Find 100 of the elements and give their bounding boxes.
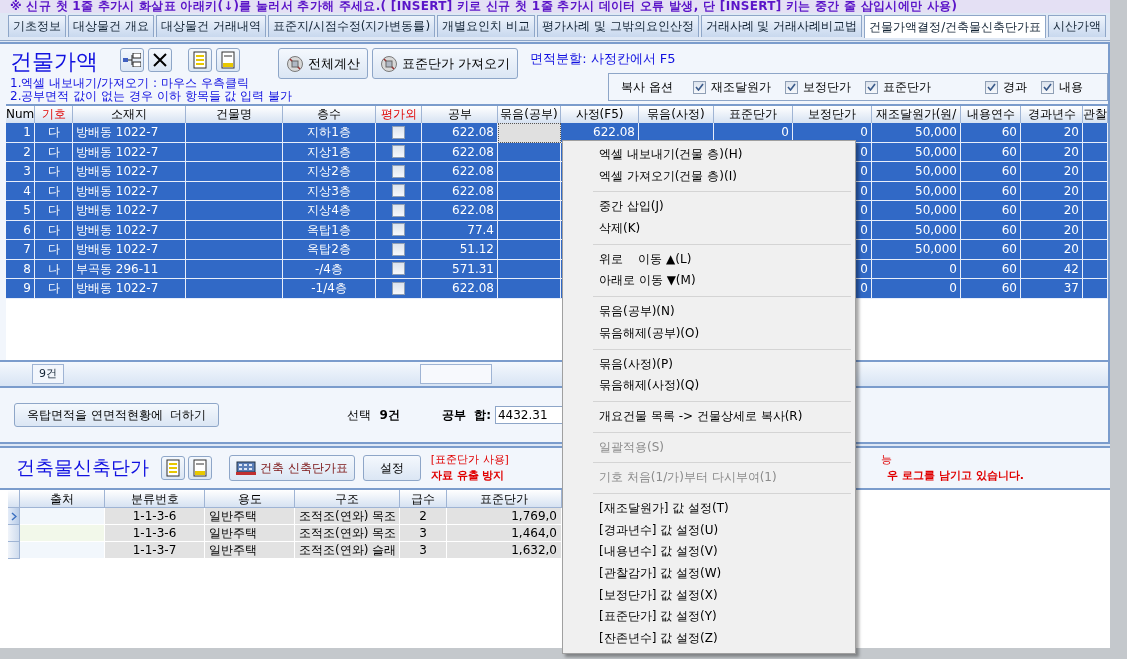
menu-item[interactable]: [내용년수] 값 설정(V) <box>565 541 853 563</box>
table-cell: 다 <box>35 162 73 182</box>
table-cell: 3 <box>6 162 35 182</box>
table-cell: 다 <box>35 142 73 162</box>
checkbox[interactable] <box>984 80 998 94</box>
table-cell: 50,000 <box>872 220 961 240</box>
warning-text: [표준단가 사용] <box>430 452 510 468</box>
column-header: 표준단가 <box>714 106 793 123</box>
table-cell: 지상3층 <box>283 181 376 201</box>
menu-item[interactable]: [재조달원가] 값 설정(T) <box>565 497 853 520</box>
table-cell: 나 <box>35 259 73 279</box>
tab[interactable]: 대상물건 거래내역 <box>155 15 266 37</box>
table-cell: 20 <box>1021 142 1083 162</box>
checkbox[interactable] <box>864 80 878 94</box>
row-header[interactable] <box>8 508 20 525</box>
tab[interactable]: 시산가액 <box>1048 15 1107 37</box>
check-icon <box>1042 83 1052 91</box>
menu-item[interactable]: 묶음해제(공부)(O) <box>565 322 853 345</box>
table-cell: 20 <box>1021 201 1083 221</box>
column-header: 층수 <box>283 106 376 123</box>
checkbox[interactable] <box>392 125 405 139</box>
check-icon <box>866 83 876 91</box>
tab[interactable]: 건물가액결정/건축물신축단가표 <box>864 15 1047 38</box>
section-title: 건축물신축단가 <box>16 455 149 480</box>
tab[interactable]: 표준지/시점수정(지가변동률) <box>267 15 436 37</box>
table-cell: 60 <box>961 162 1021 182</box>
table-cell: 다 <box>35 201 73 221</box>
toolbar-button[interactable] <box>148 48 172 72</box>
table-cell: 방배동 1022-7 <box>73 240 186 260</box>
table-cell: 50,000 <box>872 201 961 221</box>
table-cell: 지하1층 <box>283 123 376 143</box>
checkbox[interactable] <box>1040 80 1054 94</box>
table-cell: 622.08 <box>422 201 498 221</box>
settings-button[interactable]: 설정 <box>362 455 421 481</box>
tab[interactable]: 대상물건 개요 <box>68 15 154 37</box>
table-cell: 3 <box>400 542 447 559</box>
table-cell: 622.08 <box>422 142 498 162</box>
menu-item[interactable]: 묶음(공부)(N) <box>565 301 853 323</box>
checkbox[interactable] <box>392 203 405 217</box>
building-icon <box>236 460 256 476</box>
document-icon <box>166 459 180 477</box>
document-icon <box>221 51 235 69</box>
menu-item[interactable]: 묶음해제(사정)(Q) <box>565 375 853 397</box>
tab[interactable]: 개별요인치 비교 <box>437 15 535 37</box>
tab[interactable]: 거래사례 및 거래사례비교법 <box>700 15 863 37</box>
checkbox-label: 경과 <box>1002 78 1027 96</box>
row-count: 9건 <box>32 364 64 384</box>
checkbox[interactable] <box>692 80 706 94</box>
hint-text: 면적분할: 사정칸에서 F5 <box>530 50 676 68</box>
table-cell: 622.08 <box>422 279 498 299</box>
menu-item[interactable]: 묶음(사정)(P) <box>565 353 853 376</box>
menu-item[interactable]: [표준단가] 값 설정(Y) <box>565 606 853 629</box>
table-cell: 20 <box>1021 162 1083 182</box>
checkbox[interactable] <box>392 223 405 237</box>
checkbox[interactable] <box>392 184 405 198</box>
checkbox[interactable] <box>392 164 405 178</box>
menu-item[interactable]: [경과년수] 값 설정(U) <box>565 519 853 542</box>
toolbar-button[interactable]: 표준단가 가져오기 <box>372 48 519 79</box>
table-cell: 일반주택 <box>205 542 295 559</box>
table-cell: 방배동 1022-7 <box>73 142 186 162</box>
column-header: 사정(F5) <box>561 106 639 123</box>
toolbar-button[interactable] <box>120 48 144 72</box>
column-header: 표준단가 <box>447 490 562 508</box>
checkbox[interactable] <box>392 242 405 256</box>
column-header: 용도 <box>205 490 295 508</box>
column-header: 건물명 <box>186 106 283 123</box>
table-cell: 622.08 <box>422 123 498 143</box>
menu-item[interactable]: [잔존년수] 값 설정(Z) <box>565 628 853 650</box>
table-cell: 옥탑2층 <box>283 240 376 260</box>
column-header: 경과년수 <box>1021 106 1083 123</box>
table-cell: 622.08 <box>422 162 498 182</box>
add-area-button[interactable]: 옥탑면적을 연면적현황에 더하기 <box>14 403 220 427</box>
tab[interactable]: 평가사례 및 그밖의요인산정 <box>536 15 699 37</box>
checkbox-label: 표준단가 <box>882 78 931 96</box>
hierarchy-icon <box>123 53 141 67</box>
close-icon <box>153 53 167 67</box>
column-header: 묶음(공부) <box>498 106 561 123</box>
table-cell: 0 <box>714 123 793 143</box>
checkbox-label: 재조달원가 <box>710 78 771 96</box>
table-cell: 622.08 <box>561 123 639 143</box>
column-header: 묶음(사정) <box>639 106 714 123</box>
checkbox[interactable] <box>392 145 405 159</box>
table-cell: 50,000 <box>872 142 961 162</box>
calculator-icon <box>380 54 398 73</box>
price-table-button[interactable]: 건축 신축단가표 <box>229 455 355 481</box>
table-cell: 1,464,0 <box>447 525 562 542</box>
menu-item[interactable]: [보정단가] 값 설정(X) <box>565 584 853 607</box>
checkbox[interactable] <box>784 80 798 94</box>
menu-item[interactable]: [관찰감가] 값 설정(W) <box>565 563 853 585</box>
table-cell: 60 <box>961 181 1021 201</box>
table-cell: 60 <box>961 123 1021 143</box>
toolbar-button[interactable]: 전체계산 <box>278 48 368 79</box>
table-cell: 0 <box>793 123 872 143</box>
table-cell: 방배동 1022-7 <box>73 220 186 240</box>
checkbox[interactable] <box>392 262 405 276</box>
checkbox[interactable] <box>392 281 405 295</box>
table-cell: 5 <box>6 201 35 221</box>
tab[interactable]: 기초정보 <box>8 15 66 37</box>
table-cell: 1,769,0 <box>447 508 562 525</box>
table-cell: 일반주택 <box>205 508 295 525</box>
